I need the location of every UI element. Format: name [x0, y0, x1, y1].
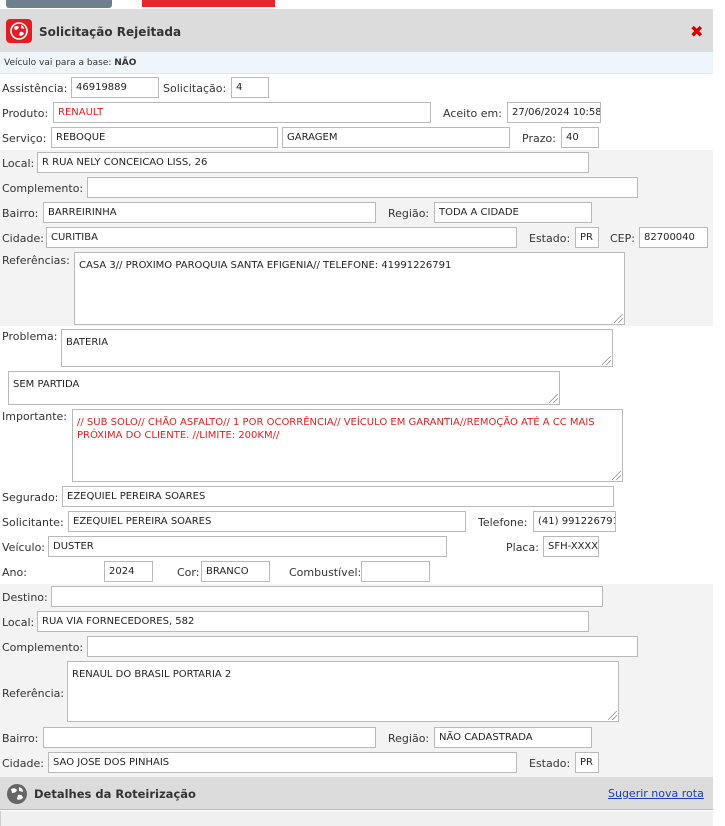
resize-grip-icon[interactable] [614, 314, 623, 323]
complemento-field[interactable] [87, 177, 638, 198]
problema-textarea[interactable]: BATERIA [61, 329, 613, 367]
resize-grip-icon[interactable] [602, 356, 611, 365]
destino-complemento-field[interactable] [87, 636, 638, 657]
cor-field[interactable]: BRANCO [201, 561, 270, 582]
destino-local-label: Local: [2, 616, 35, 629]
combustivel-field[interactable] [361, 561, 430, 582]
produto-label: Produto: [2, 107, 49, 120]
referencias-label: Referências: [2, 254, 70, 267]
importante-label: Importante: [2, 410, 68, 423]
cidade-field[interactable]: CURITIBA [46, 227, 517, 248]
base-info-bar: Veículo vai para a base: NÃO [0, 52, 713, 74]
assistencia-label: Assistência: [2, 82, 68, 95]
cidade-label: Cidade: [2, 232, 44, 245]
destino-estado-field[interactable]: PR [575, 752, 599, 773]
segurado-label: Segurado: [2, 491, 59, 504]
resize-grip-icon[interactable] [549, 394, 558, 403]
regiao-field[interactable]: TODA A CIDADE [434, 202, 592, 223]
estado-field[interactable]: PR [575, 227, 599, 248]
top-tab-red[interactable] [142, 0, 275, 7]
placa-field[interactable]: SFH-XXXX [543, 536, 599, 557]
solicitacao-label: Solicitação: [163, 82, 227, 95]
problema-detail-textarea[interactable]: SEM PARTIDA [8, 371, 560, 405]
importante-text: // SUB SOLO// CHÃO ASFALTO// 1 POR OCORR… [77, 417, 595, 441]
destino-bairro-field[interactable] [43, 727, 376, 748]
ano-label: Ano: [2, 566, 27, 579]
destino-label: Destino: [2, 591, 48, 604]
problema-detail-text: SEM PARTIDA [13, 379, 80, 390]
ano-field[interactable]: 2024 [104, 561, 153, 582]
cep-label: CEP: [610, 232, 635, 245]
local-field[interactable]: R RUA NELY CONCEICAO LISS, 26 [37, 152, 589, 173]
solicitante-label: Solicitante: [2, 516, 64, 529]
prazo-field[interactable]: 40 [561, 127, 599, 148]
referencias-textarea[interactable]: CASA 3// PROXIMO PAROQUIA SANTA EFIGENIA… [74, 252, 625, 325]
dialog-titlebar: Solicitação Rejeitada ✖ [0, 9, 713, 52]
servico-label: Serviço: [2, 132, 47, 145]
telefone-field[interactable]: (41) 991226791 [533, 511, 616, 532]
base-info: Veículo vai para a base: NÃO [4, 58, 136, 68]
bairro-label: Bairro: [2, 207, 39, 220]
bairro-field[interactable]: BARREIRINHA [43, 202, 376, 223]
base-value: NÃO [114, 58, 137, 68]
referencias-text: CASA 3// PROXIMO PAROQUIA SANTA EFIGENIA… [79, 260, 452, 271]
suggest-route-link[interactable]: Sugerir nova rota [608, 787, 704, 800]
servico-field[interactable]: REBOQUE [51, 127, 278, 148]
destino-cidade-label: Cidade: [2, 757, 44, 770]
servico-field-2[interactable]: GARAGEM [282, 127, 510, 148]
solicitacao-field[interactable]: 4 [231, 77, 269, 98]
aceito-label: Aceito em: [443, 107, 502, 120]
veiculo-field[interactable]: DUSTER [48, 536, 447, 557]
routing-details-header: Detalhes da Roteirização Sugerir nova ro… [0, 777, 713, 810]
destino-complemento-label: Complemento: [2, 641, 84, 654]
cep-field[interactable]: 82700040 [639, 227, 708, 248]
routing-details-title: Detalhes da Roteirização [34, 787, 196, 801]
globe-icon [5, 782, 29, 809]
importante-textarea[interactable]: // SUB SOLO// CHÃO ASFALTO// 1 POR OCORR… [72, 409, 623, 482]
destino-estado-label: Estado: [529, 757, 571, 770]
problema-text: BATERIA [66, 337, 109, 348]
prazo-label: Prazo: [522, 132, 556, 145]
destino-regiao-field[interactable]: NÃO CADASTRADA [434, 727, 592, 748]
local-label: Local: [2, 157, 35, 170]
assistencia-field[interactable]: 46919889 [71, 77, 159, 98]
produto-field[interactable]: RENAULT [53, 102, 431, 123]
top-tab-gray[interactable] [6, 0, 112, 8]
destino-regiao-label: Região: [388, 732, 430, 745]
placa-label: Placa: [506, 541, 539, 554]
telefone-label: Telefone: [478, 516, 528, 529]
destino-field[interactable] [51, 586, 603, 607]
cor-label: Cor: [177, 566, 200, 579]
destino-referencia-text: RENAUL DO BRASIL PORTARIA 2 [72, 669, 232, 680]
regiao-label: Região: [388, 207, 430, 220]
dialog-title: Solicitação Rejeitada [39, 25, 182, 39]
close-icon[interactable]: ✖ [690, 22, 703, 41]
destino-cidade-field[interactable]: SAO JOSE DOS PINHAIS [48, 752, 517, 773]
destino-referencia-textarea[interactable]: RENAUL DO BRASIL PORTARIA 2 [67, 661, 619, 722]
scrollbar-track[interactable] [713, 9, 725, 826]
solicitante-field[interactable]: EZEQUIEL PEREIRA SOARES [68, 511, 466, 532]
resize-grip-icon[interactable] [608, 711, 617, 720]
combustivel-label: Combustível: [289, 566, 362, 579]
destino-referencia-label: Referência: [2, 687, 65, 700]
globe-icon [6, 19, 32, 43]
estado-label: Estado: [529, 232, 571, 245]
routing-details-body [0, 811, 713, 826]
veiculo-label: Veículo: [2, 541, 46, 554]
base-label: Veículo vai para a base: [4, 58, 112, 68]
aceito-field[interactable]: 27/06/2024 10:58 [507, 102, 601, 123]
problema-label: Problema: [2, 330, 58, 343]
destino-local-field[interactable]: RUA VIA FORNECEDORES, 582 [37, 611, 589, 632]
complemento-label: Complemento: [2, 182, 84, 195]
resize-grip-icon[interactable] [612, 471, 621, 480]
destino-bairro-label: Bairro: [2, 732, 39, 745]
segurado-field[interactable]: EZEQUIEL PEREIRA SOARES [62, 486, 614, 507]
